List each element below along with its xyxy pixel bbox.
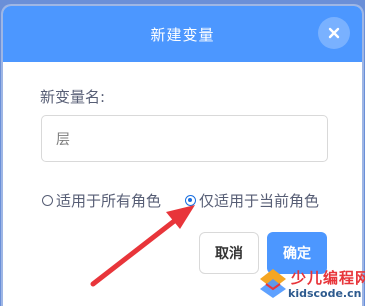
close-icon (328, 27, 340, 39)
close-button[interactable] (318, 17, 350, 49)
new-variable-dialog: 新建变量 新变量名: 适用于所有角色 仅适用于当前角色 取消 确定 (3, 6, 362, 306)
variable-name-label: 新变量名: (40, 88, 106, 106)
radio-this-sprite-only[interactable] (185, 195, 196, 206)
scope-option-this-sprite-only[interactable]: 仅适用于当前角色 (185, 190, 319, 211)
watermark-logo-icon (260, 269, 286, 298)
scope-option-all-sprites[interactable]: 适用于所有角色 (42, 190, 161, 211)
variable-name-input[interactable] (41, 115, 328, 162)
scope-option-label: 适用于所有角色 (56, 192, 162, 210)
watermark: 少儿编程网 kidscode.cn (258, 265, 365, 303)
radio-all-sprites[interactable] (42, 195, 53, 206)
scope-option-label: 仅适用于当前角色 (199, 192, 320, 210)
cancel-button[interactable]: 取消 (199, 232, 259, 274)
dialog-title: 新建变量 (150, 26, 215, 44)
watermark-title: 少儿编程网 (291, 269, 365, 287)
watermark-url: kidscode.cn (288, 287, 362, 300)
dialog-header: 新建变量 (3, 6, 362, 62)
